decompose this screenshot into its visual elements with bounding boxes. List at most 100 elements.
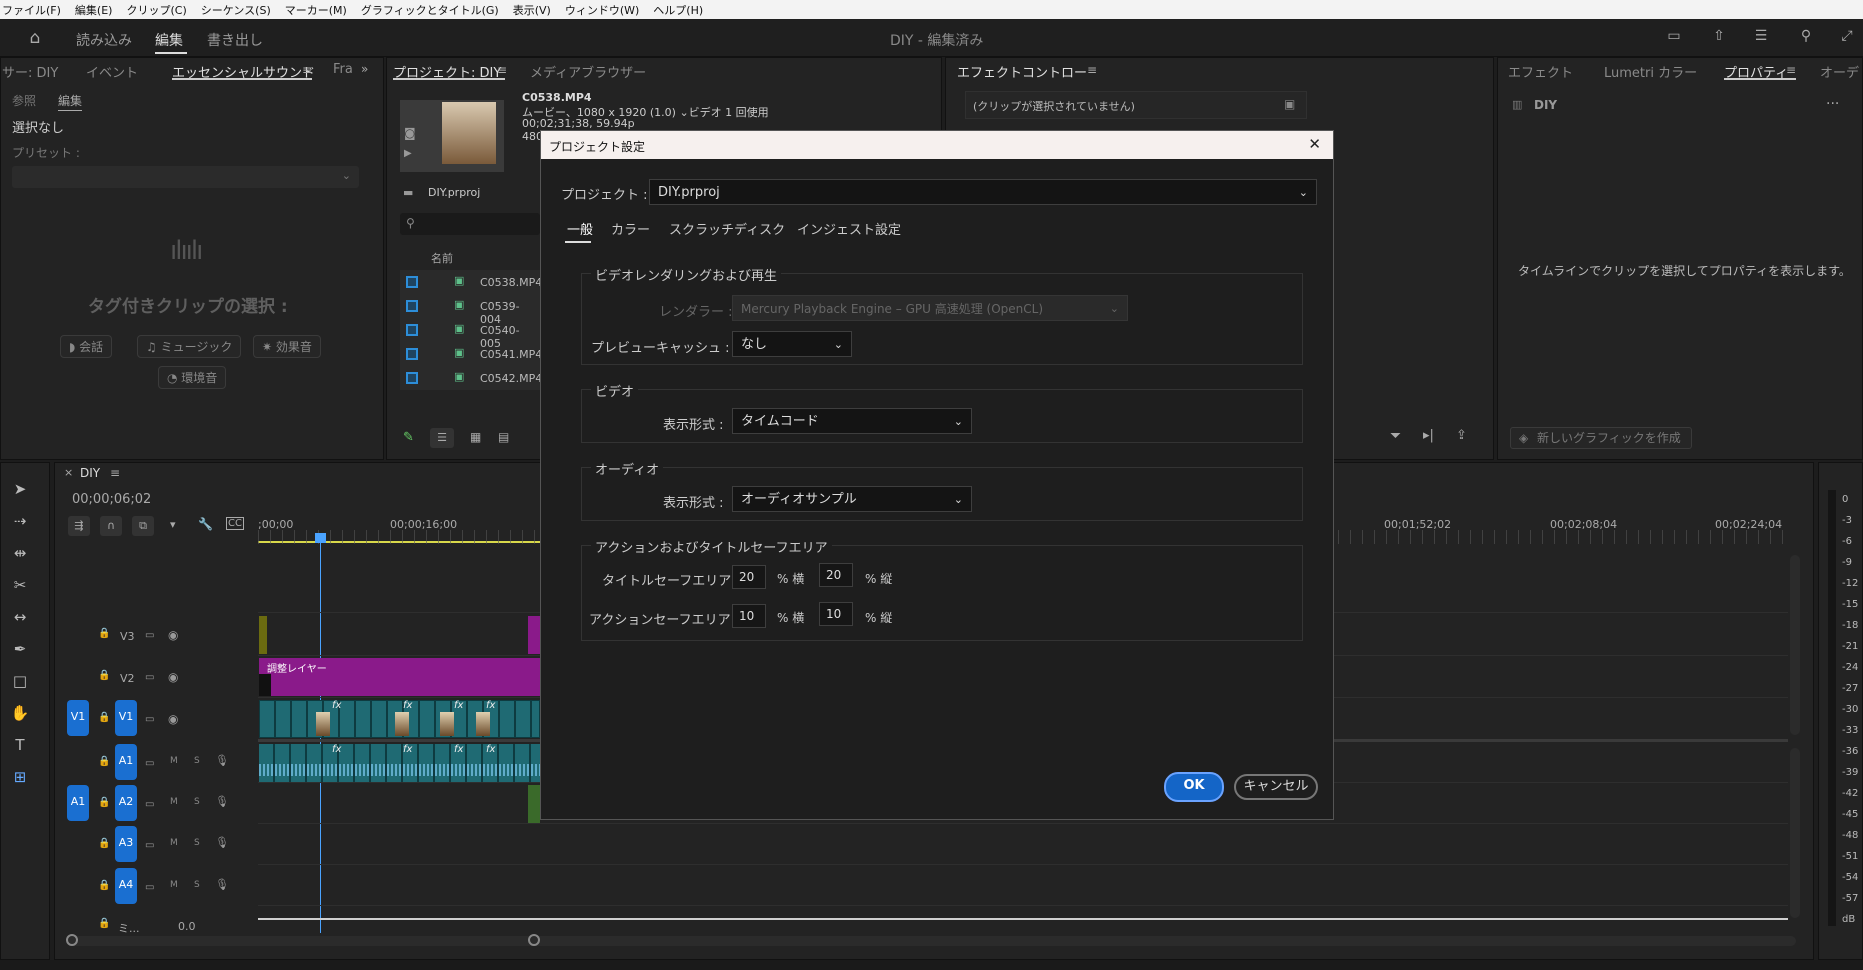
more-icon[interactable]: ··· <box>1826 96 1839 112</box>
solo-button[interactable]: S <box>194 880 200 890</box>
mic-icon[interactable]: 🎙 <box>215 878 229 891</box>
list-item[interactable]: ▣ C0539-004 <box>400 295 540 326</box>
menu-clip[interactable]: クリップ(C) <box>126 2 186 18</box>
cancel-button[interactable]: キャンセル <box>1234 774 1318 800</box>
project-search-input[interactable]: ⚲ <box>400 213 540 235</box>
list-item[interactable]: ▣ C0540-005 <box>400 319 540 350</box>
a1-source-patch[interactable]: A1 <box>67 785 89 821</box>
adjustment-layer-clip[interactable]: 調整レイヤー <box>259 658 540 696</box>
play-only-icon[interactable]: ▸| <box>1423 428 1434 443</box>
solo-button[interactable]: S <box>194 797 200 807</box>
scroll-handle-left[interactable] <box>66 934 78 946</box>
snap-icon[interactable]: ∩ <box>100 516 122 536</box>
selection-tool-icon[interactable]: ➤ <box>9 478 31 500</box>
list-view-icon[interactable]: ☰ <box>430 428 454 448</box>
wrench-icon[interactable]: 🔧 <box>198 517 213 531</box>
sync-icon[interactable]: ▭ <box>145 672 154 683</box>
slip-icon[interactable]: ↔ <box>9 606 31 628</box>
eye-icon[interactable]: ◉ <box>168 712 178 726</box>
video-vertical-scrollbar[interactable] <box>1790 555 1800 735</box>
ok-button[interactable]: OK <box>1164 772 1224 802</box>
lock-icon[interactable]: 🔒 <box>98 880 110 891</box>
a3-track-target[interactable]: A3 <box>115 826 137 862</box>
sfx-chip[interactable]: ✷ 効果音 <box>253 335 321 358</box>
action-safe-horizontal-input[interactable]: 10 <box>732 604 766 628</box>
title-safe-horizontal-input[interactable]: 20 <box>732 565 766 589</box>
audio-clips-a1[interactable] <box>259 744 540 782</box>
toggle-panel-icon[interactable]: ▣ <box>1284 97 1295 111</box>
a1-track-target[interactable]: A1 <box>115 744 137 780</box>
filter-icon[interactable]: ⏷ <box>1390 428 1401 444</box>
tab-general[interactable]: 一般 <box>567 219 593 238</box>
mic-icon[interactable]: 🎙 <box>215 754 229 767</box>
close-icon[interactable]: ✕ <box>1308 135 1321 153</box>
mute-button[interactable]: M <box>170 838 178 848</box>
scroll-handle-right[interactable] <box>528 934 540 946</box>
project-select[interactable]: DIY.prproj ⌄ <box>649 179 1317 205</box>
tab-lumetri[interactable]: Lumetri カラー <box>1604 62 1697 81</box>
tab-edit[interactable]: 編集 <box>155 30 183 50</box>
tab-frame[interactable]: Fra <box>333 62 353 77</box>
sync-icon[interactable]: ▭ <box>145 714 154 725</box>
type-icon[interactable]: T <box>9 734 31 756</box>
list-item[interactable]: ▣ C0538.MP4 <box>400 271 542 295</box>
linked-selection-icon[interactable]: ⧉ <box>132 516 154 536</box>
export-icon[interactable]: ⇪ <box>1456 428 1467 443</box>
lock-icon[interactable]: 🔒 <box>98 918 110 929</box>
sync-icon[interactable]: ▭ <box>145 630 154 641</box>
tab-export[interactable]: 書き出し <box>207 30 263 50</box>
lock-icon[interactable]: 🔒 <box>98 756 110 767</box>
panel-menu-icon[interactable]: ≡ <box>302 63 312 77</box>
razor-icon[interactable]: ✂ <box>9 574 31 596</box>
a4-track-target[interactable]: A4 <box>115 868 137 904</box>
subtab-edit[interactable]: 編集 <box>58 92 82 109</box>
list-item[interactable]: ▣ C0542.MP4 <box>400 367 542 391</box>
playhead-handle[interactable] <box>315 533 326 543</box>
menu-marker[interactable]: マーカー(M) <box>285 2 347 18</box>
timecode-display[interactable]: 00;00;06;02 <box>72 492 151 507</box>
lock-icon[interactable]: 🔒 <box>98 628 110 639</box>
tab-media-browser[interactable]: メディアブラウザー <box>530 62 646 81</box>
camera-icon[interactable]: ◙ <box>404 126 416 140</box>
sync-icon[interactable]: ▭ <box>145 758 154 769</box>
menu-graphics[interactable]: グラフィックとタイトル(G) <box>361 2 499 18</box>
caption-icon[interactable]: ⊞ <box>9 766 31 788</box>
clip-thumbnail[interactable] <box>442 102 496 164</box>
pen-icon[interactable]: ✒ <box>9 638 31 660</box>
panel-menu-icon[interactable]: ≡ <box>110 466 120 480</box>
search-icon[interactable]: ⚲ <box>1797 28 1815 46</box>
lock-icon[interactable]: 🔒 <box>98 670 110 681</box>
action-safe-vertical-input[interactable]: 10 <box>819 602 853 626</box>
eye-icon[interactable]: ◉ <box>168 628 178 642</box>
v1-track-target[interactable]: V1 <box>115 700 137 736</box>
checkbox[interactable] <box>406 276 418 288</box>
tab-color[interactable]: カラー <box>611 219 650 238</box>
audio-clip-a2[interactable] <box>528 785 540 823</box>
list-item[interactable]: ▣ C0541.MP4 <box>400 343 542 367</box>
preset-select[interactable]: ⌄ <box>12 166 359 188</box>
workspace-icon[interactable]: ▭ <box>1665 28 1683 46</box>
new-graphic-button[interactable]: ◈ 新しいグラフィックを作成 <box>1510 427 1692 449</box>
sequence-tab[interactable]: DIY <box>80 466 100 480</box>
tab-mixer[interactable]: サー: DIY <box>2 62 58 81</box>
menu-file[interactable]: ファイル(F) <box>2 2 61 18</box>
column-name-header[interactable]: 名前 <box>431 250 453 266</box>
lock-icon[interactable]: 🔒 <box>98 797 110 808</box>
ambience-chip[interactable]: ◔ 環境音 <box>158 366 227 389</box>
menu-view[interactable]: 表示(V) <box>513 2 551 18</box>
playhead-line[interactable] <box>320 543 321 933</box>
lock-icon[interactable]: 🔒 <box>98 838 110 849</box>
menu-window[interactable]: ウィンドウ(W) <box>565 2 639 18</box>
mic-icon[interactable]: 🎙 <box>215 795 229 808</box>
clip-v3[interactable] <box>259 616 267 654</box>
music-chip[interactable]: ♫ ミュージック <box>137 335 242 358</box>
track-select-icon[interactable]: ⇢ <box>9 510 31 532</box>
mix-volume-value[interactable]: 0.0 <box>178 920 196 933</box>
v1-source-patch[interactable]: V1 <box>67 700 89 736</box>
checkbox[interactable] <box>406 372 418 384</box>
home-icon[interactable]: ⌂ <box>26 28 44 48</box>
audio-vertical-scrollbar[interactable] <box>1790 748 1800 918</box>
solo-button[interactable]: S <box>194 756 200 766</box>
tab-effects[interactable]: エフェクト <box>1508 62 1573 81</box>
hand-icon[interactable]: ✋ <box>9 702 31 724</box>
